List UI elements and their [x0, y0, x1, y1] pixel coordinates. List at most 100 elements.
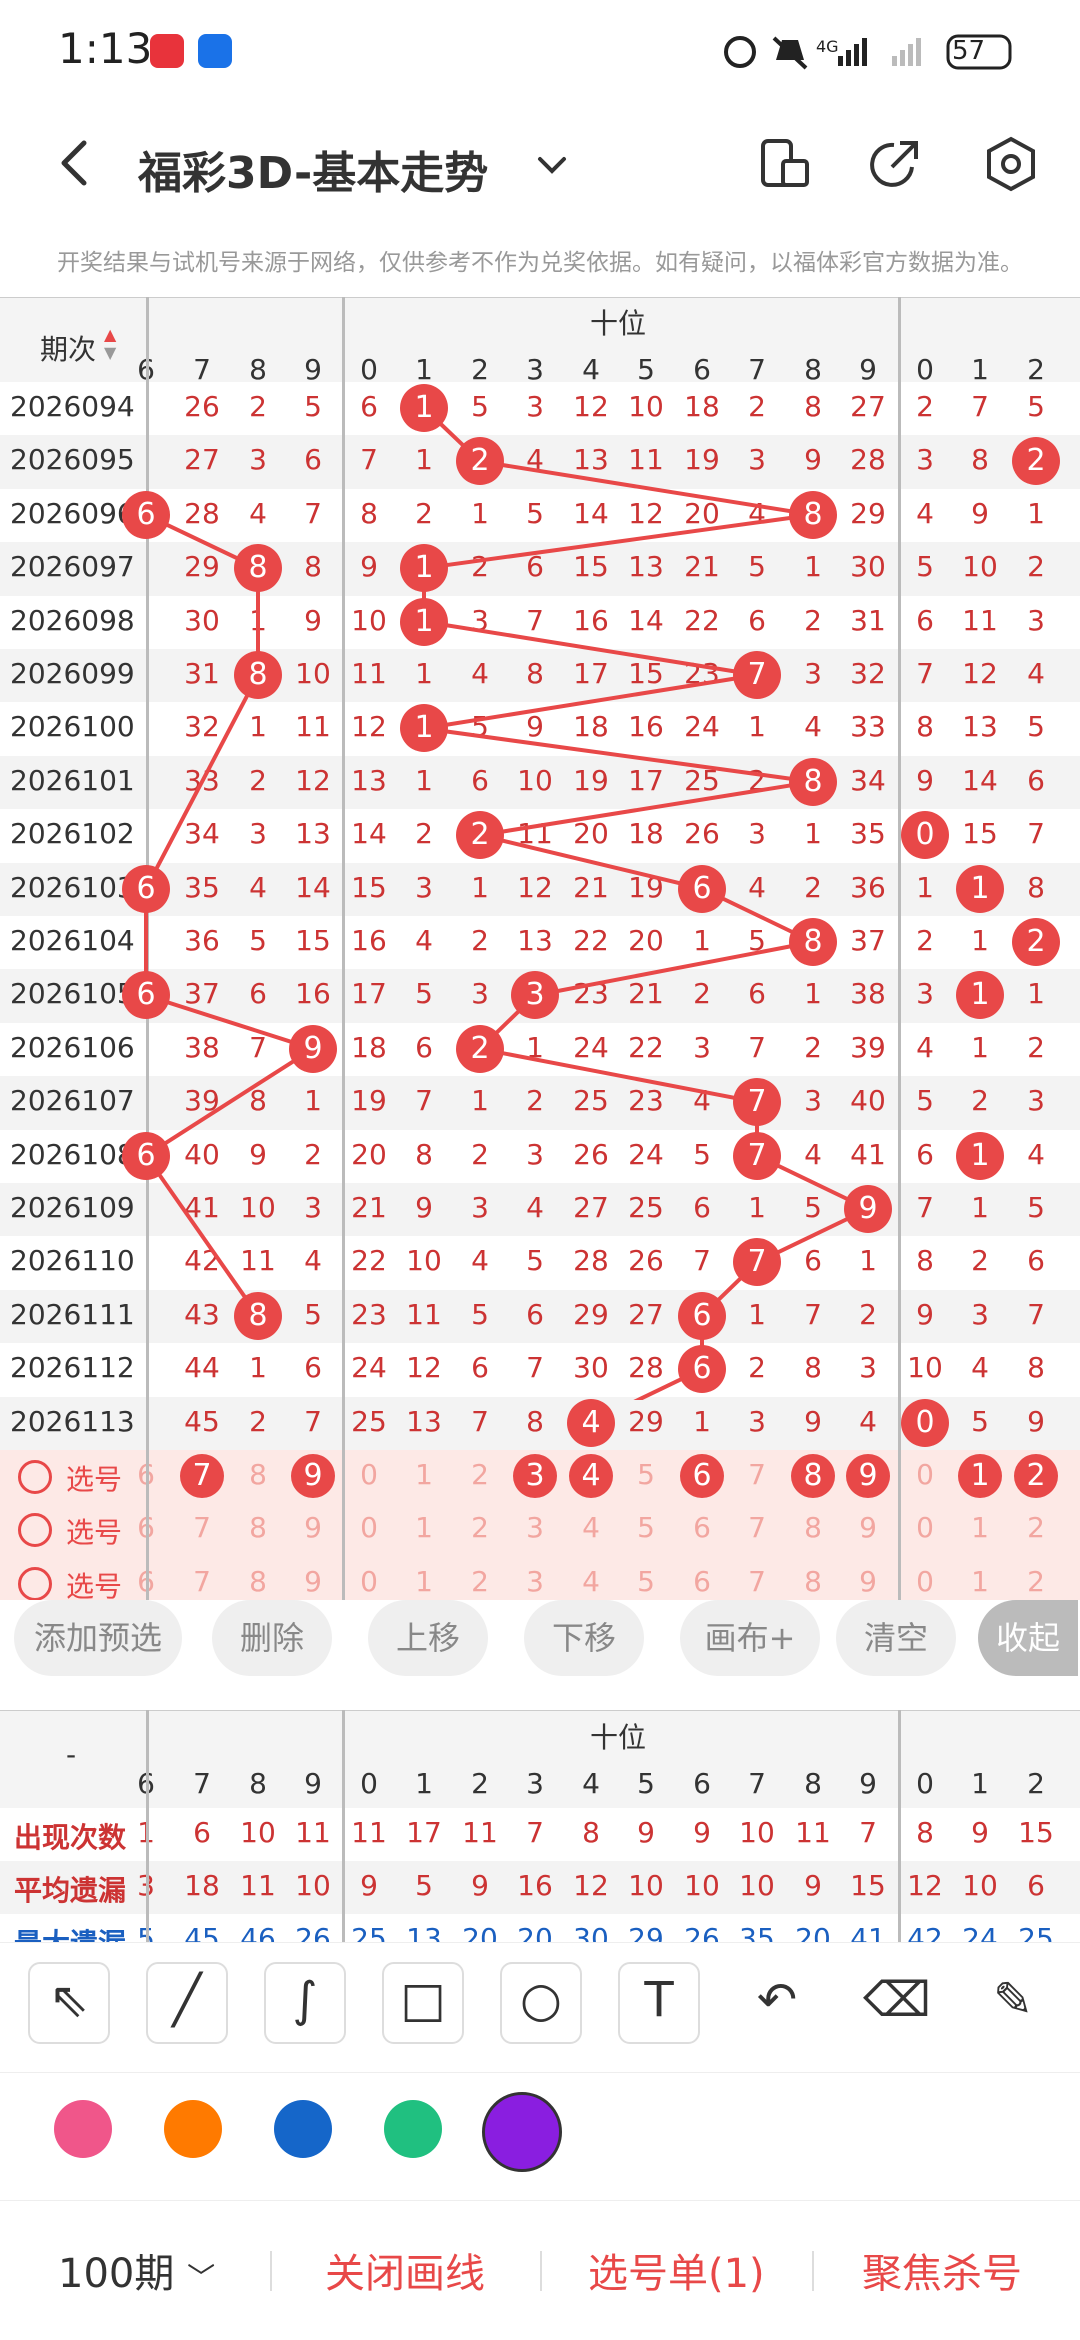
selected-ball[interactable]: 7 [180, 1454, 224, 1498]
select-digit[interactable]: 7 [174, 1565, 230, 1598]
select-digit[interactable]: 6 [674, 1565, 730, 1598]
winning-ball: 0 [901, 1398, 949, 1447]
select-digit[interactable]: 7 [729, 1458, 785, 1491]
action-button[interactable]: 上移 [368, 1600, 488, 1676]
select-digit[interactable]: 0 [897, 1458, 953, 1491]
focus-kill-button[interactable]: 聚焦杀号 [862, 2241, 1022, 2299]
winning-ball: 8 [234, 544, 282, 593]
select-digit[interactable]: 8 [785, 1511, 841, 1544]
winning-ball: 6 [678, 1291, 726, 1340]
selected-ball[interactable]: 2 [1014, 1454, 1058, 1498]
divider [812, 2251, 814, 2291]
action-button[interactable]: 添加预选 [14, 1600, 182, 1676]
select-digit[interactable]: 8 [230, 1565, 286, 1598]
select-digit[interactable]: 5 [618, 1511, 674, 1544]
selected-ball[interactable]: 6 [680, 1454, 724, 1498]
selected-ball[interactable]: 8 [791, 1454, 835, 1498]
select-digit[interactable]: 2 [452, 1565, 508, 1598]
winning-ball: 2 [456, 1024, 504, 1073]
eraser-icon[interactable]: ⌫ [856, 1962, 938, 2044]
select-digit[interactable]: 2 [452, 1511, 508, 1544]
select-digit[interactable]: 5 [618, 1565, 674, 1598]
selected-ball[interactable]: 9 [846, 1454, 890, 1498]
select-label[interactable]: 选号 [66, 1511, 122, 1551]
select-digit[interactable]: 5 [618, 1458, 674, 1491]
select-digit[interactable]: 7 [729, 1565, 785, 1598]
action-button[interactable]: 清空 [836, 1600, 956, 1676]
action-button[interactable]: 画布+ [680, 1600, 820, 1676]
selected-ball[interactable]: 4 [569, 1454, 613, 1498]
select-digit[interactable]: 0 [341, 1511, 397, 1544]
selected-ball[interactable]: 9 [291, 1454, 335, 1498]
winning-ball: 8 [789, 757, 837, 806]
close-draw-button[interactable]: 关闭画线 [325, 2241, 485, 2299]
select-digit[interactable]: 1 [952, 1511, 1008, 1544]
line-icon[interactable]: ╱ [146, 1962, 228, 2044]
action-button[interactable]: 收起 [978, 1600, 1078, 1676]
picklist-button[interactable]: 选号单(1) [588, 2241, 765, 2299]
radio-button[interactable] [18, 1460, 52, 1494]
selected-ball[interactable]: 1 [958, 1454, 1002, 1498]
trend-line [423, 512, 814, 571]
line-icon-glyph: ╱ [172, 1972, 202, 2028]
select-digit[interactable]: 0 [897, 1565, 953, 1598]
select-digit[interactable]: 8 [230, 1511, 286, 1544]
winning-ball: 7 [733, 1078, 781, 1127]
radio-button[interactable] [18, 1566, 52, 1601]
stats-value: 16 [517, 1869, 553, 1902]
select-digit[interactable]: 0 [341, 1565, 397, 1598]
select-digit[interactable]: 1 [396, 1511, 452, 1544]
select-digit[interactable]: 8 [785, 1565, 841, 1598]
select-digit[interactable]: 0 [341, 1458, 397, 1491]
select-digit[interactable]: 9 [285, 1565, 341, 1598]
select-digit[interactable]: 7 [729, 1511, 785, 1544]
select-digit[interactable]: 9 [285, 1511, 341, 1544]
winning-ball: 6 [122, 864, 170, 913]
stats-value: 9 [637, 1816, 655, 1849]
select-digit[interactable]: 1 [952, 1565, 1008, 1598]
rectangle-icon[interactable]: □ [382, 1962, 464, 2044]
stats-value: 10 [628, 1869, 664, 1902]
select-digit[interactable]: 2 [1008, 1565, 1064, 1598]
action-button[interactable]: 删除 [212, 1600, 332, 1676]
select-digit[interactable]: 1 [396, 1565, 452, 1598]
select-digit[interactable]: 4 [563, 1511, 619, 1544]
stats-value: 6 [1027, 1869, 1045, 1902]
winning-ball: 2 [456, 811, 504, 860]
select-digit[interactable]: 9 [840, 1565, 896, 1598]
color-swatch[interactable] [164, 2100, 222, 2158]
period-number: 2026113 [10, 1404, 135, 1438]
select-arrow-icon[interactable]: ⇖ [28, 1962, 110, 2044]
undo-icon-glyph: ↶ [756, 1972, 798, 2028]
circle-icon[interactable]: ○ [500, 1962, 582, 2044]
color-swatch[interactable] [384, 2100, 442, 2158]
select-digit[interactable]: 8 [230, 1458, 286, 1491]
winning-ball: 8 [234, 1291, 282, 1340]
select-digit[interactable]: 9 [840, 1511, 896, 1544]
select-digit[interactable]: 1 [396, 1458, 452, 1491]
select-digit[interactable]: 6 [674, 1511, 730, 1544]
color-swatch[interactable] [54, 2100, 112, 2158]
select-digit[interactable]: 2 [452, 1458, 508, 1491]
color-swatch[interactable] [274, 2100, 332, 2158]
action-button[interactable]: 下移 [524, 1600, 644, 1676]
omission-cell: 1 [693, 1404, 711, 1438]
select-digit[interactable]: 3 [507, 1565, 563, 1598]
select-label[interactable]: 选号 [66, 1565, 122, 1605]
trend-chart[interactable]: 期次▲▼十位6789012345678901220260942625653121… [0, 0, 1080, 1611]
select-digit[interactable]: 3 [507, 1511, 563, 1544]
undo-icon[interactable]: ↶ [736, 1962, 818, 2044]
select-digit[interactable]: 7 [174, 1511, 230, 1544]
clear-brush-icon[interactable]: ✎ [972, 1962, 1054, 2044]
winning-ball: 6 [678, 864, 726, 913]
select-digit[interactable]: 0 [897, 1511, 953, 1544]
select-digit[interactable]: 4 [563, 1565, 619, 1598]
select-label[interactable]: 选号 [66, 1458, 122, 1498]
text-icon[interactable]: T [618, 1962, 700, 2044]
stats-value: 11 [295, 1816, 331, 1849]
period-count-select[interactable]: 100期 ﹀ [58, 2241, 215, 2299]
selected-ball[interactable]: 3 [513, 1454, 557, 1498]
color-swatch[interactable] [482, 2092, 562, 2172]
select-digit[interactable]: 2 [1008, 1511, 1064, 1544]
curve-icon[interactable]: ∫ [264, 1962, 346, 2044]
